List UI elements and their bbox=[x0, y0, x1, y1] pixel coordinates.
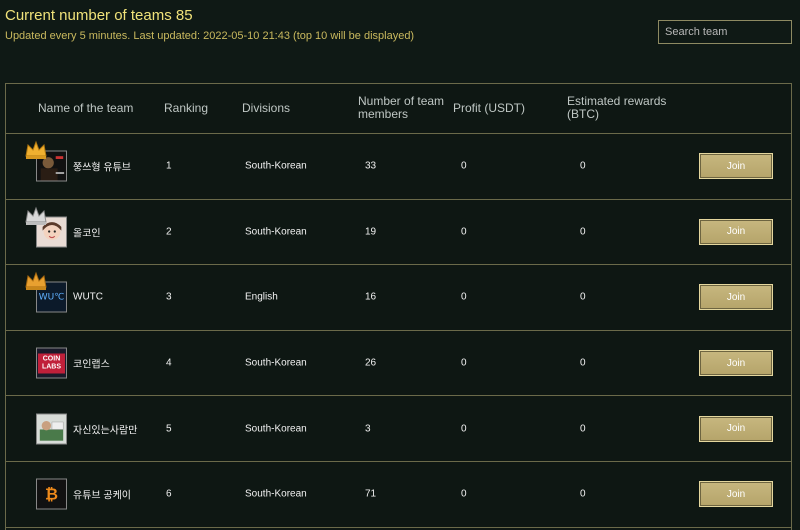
column-header-rewards: Estimated rewards (BTC) bbox=[567, 94, 667, 121]
team-division: English bbox=[245, 291, 278, 303]
team-profit: 0 bbox=[461, 226, 467, 238]
silver-crown-icon bbox=[25, 206, 47, 225]
join-button[interactable]: Join bbox=[699, 481, 773, 508]
team-avatar-text: ₿ bbox=[44, 484, 59, 504]
join-button[interactable]: Join bbox=[699, 415, 773, 442]
team-name[interactable]: WUTC bbox=[73, 292, 103, 303]
join-button[interactable]: Join bbox=[699, 350, 773, 377]
team-members: 71 bbox=[365, 488, 377, 500]
team-rewards: 0 bbox=[580, 357, 586, 369]
table-row: 쭝쓰형 유튜브 1 South-Korean 33 0 0 Join bbox=[6, 134, 791, 200]
team-avatar bbox=[36, 413, 67, 445]
column-header-name: Name of the team bbox=[38, 101, 134, 115]
team-rewards: 0 bbox=[580, 423, 586, 435]
join-button[interactable]: Join bbox=[699, 153, 773, 180]
teams-table: Name of the team Ranking Divisions Numbe… bbox=[5, 83, 792, 530]
update-info: Updated every 5 minutes. Last updated: 2… bbox=[5, 30, 415, 42]
team-name[interactable]: 쭝쓰형 유튜브 bbox=[73, 159, 131, 174]
team-ranking: 5 bbox=[166, 423, 172, 435]
team-profit: 0 bbox=[461, 423, 467, 435]
team-avatar: COIN LABS bbox=[36, 347, 67, 379]
table-row: COIN LABS 코인랩스 4 South-Korean 26 0 0 Joi… bbox=[6, 331, 791, 397]
team-profit: 0 bbox=[461, 291, 467, 303]
table-header: Name of the team Ranking Divisions Numbe… bbox=[6, 84, 791, 134]
table-row: 자신있는사람만 5 South-Korean 3 0 0 Join bbox=[6, 396, 791, 462]
team-division: South-Korean bbox=[245, 226, 307, 238]
team-ranking: 6 bbox=[166, 488, 172, 500]
team-members: 16 bbox=[365, 291, 377, 303]
search-input[interactable] bbox=[658, 20, 792, 44]
table-row: ₿ 유튜브 공케이 6 South-Korean 71 0 0 Join bbox=[6, 462, 791, 528]
table-row: 올코인 2 South-Korean 19 0 0 Join bbox=[6, 200, 791, 266]
column-header-profit: Profit (USDT) bbox=[453, 101, 525, 115]
team-name[interactable]: 유튜브 공케이 bbox=[73, 487, 131, 502]
team-division: South-Korean bbox=[245, 160, 307, 172]
team-avatar-text: WU℃ bbox=[38, 292, 65, 303]
table-row: WU℃ WUTC 3 English 16 0 0 Join bbox=[6, 265, 791, 331]
team-ranking: 3 bbox=[166, 291, 172, 303]
team-members: 19 bbox=[365, 226, 377, 238]
gold-crown-icon bbox=[25, 140, 47, 159]
column-header-divisions: Divisions bbox=[242, 101, 291, 115]
join-button[interactable]: Join bbox=[699, 218, 773, 245]
team-rewards: 0 bbox=[580, 488, 586, 500]
page-title: Current number of teams 85 bbox=[5, 7, 193, 24]
team-ranking: 4 bbox=[166, 357, 172, 369]
team-rewards: 0 bbox=[580, 291, 586, 303]
team-profit: 0 bbox=[461, 160, 467, 172]
column-header-members: Number of team members bbox=[358, 94, 445, 121]
team-rewards: 0 bbox=[580, 160, 586, 172]
team-members: 3 bbox=[365, 423, 371, 435]
join-button[interactable]: Join bbox=[699, 284, 773, 311]
team-profit: 0 bbox=[461, 357, 467, 369]
team-ranking: 2 bbox=[166, 226, 172, 238]
team-division: South-Korean bbox=[245, 423, 307, 435]
team-profit: 0 bbox=[461, 488, 467, 500]
column-header-ranking: Ranking bbox=[164, 101, 209, 115]
team-name[interactable]: 코인랩스 bbox=[73, 356, 110, 371]
team-avatar-text: COIN LABS bbox=[38, 353, 65, 374]
team-ranking: 1 bbox=[166, 160, 172, 172]
team-name[interactable]: 자신있는사람만 bbox=[73, 421, 137, 436]
team-name[interactable]: 올코인 bbox=[73, 224, 101, 239]
team-division: South-Korean bbox=[245, 357, 307, 369]
team-division: South-Korean bbox=[245, 488, 307, 500]
team-members: 33 bbox=[365, 160, 377, 172]
team-rewards: 0 bbox=[580, 226, 586, 238]
team-members: 26 bbox=[365, 357, 377, 369]
team-avatar: ₿ bbox=[36, 478, 67, 510]
bronze-crown-icon bbox=[25, 271, 47, 291]
